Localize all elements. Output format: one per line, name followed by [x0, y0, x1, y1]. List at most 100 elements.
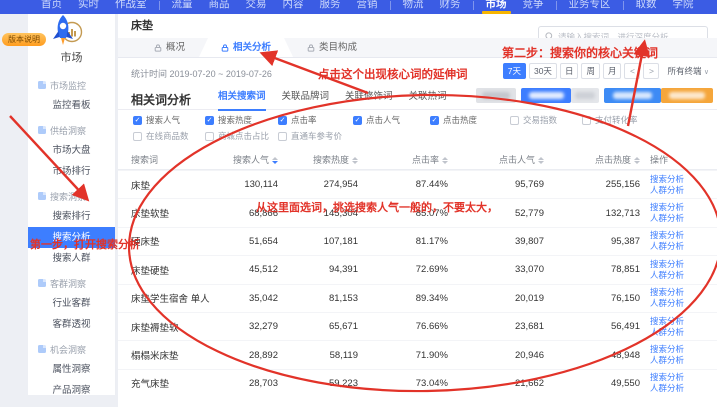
tab-category-composition[interactable]: 类目构成: [293, 38, 371, 57]
date-day-button[interactable]: 日: [560, 63, 579, 79]
crowd-analysis-link[interactable]: 人群分析: [650, 270, 717, 281]
search-analysis-link[interactable]: 搜索分析: [650, 202, 717, 213]
blurred-button[interactable]: [571, 88, 599, 103]
checkbox-icon[interactable]: [133, 132, 142, 141]
col-header-click-rate[interactable]: 点击率: [358, 153, 448, 166]
keyword-cell[interactable]: 床垫褥垫软: [118, 320, 228, 334]
sidebar-item-monitor-board[interactable]: 监控看板: [28, 95, 115, 116]
filter-mall-click-share[interactable]: 商城点击占比: [205, 130, 269, 142]
checkbox-icon[interactable]: [205, 132, 214, 141]
filter-click-popularity[interactable]: ✓ 点击人气: [353, 114, 400, 126]
filter-search-popularity[interactable]: ✓ 搜索人气: [133, 114, 180, 126]
search-analysis-link[interactable]: 搜索分析: [650, 174, 717, 185]
search-analysis-link[interactable]: 搜索分析: [650, 230, 717, 241]
nav-item-logistics[interactable]: 物流: [395, 0, 432, 14]
search-popularity-cell: 28,892: [228, 350, 278, 361]
next-page-button[interactable]: >: [643, 63, 659, 79]
nav-divider: [623, 1, 624, 10]
terminal-dropdown[interactable]: 所有终端 ∨: [667, 65, 709, 77]
crowd-analysis-link[interactable]: 人群分析: [650, 298, 717, 309]
click-rate-cell: 81.17%: [358, 236, 448, 247]
nav-item-content[interactable]: 内容: [275, 0, 312, 14]
keyword-cell[interactable]: 床垫软垫: [118, 206, 228, 220]
blurred-button[interactable]: [604, 88, 661, 103]
nav-item-bizzone[interactable]: 业务专区: [561, 0, 619, 14]
search-analysis-link[interactable]: 搜索分析: [650, 372, 717, 383]
terminal-label: 所有终端: [667, 66, 701, 76]
prev-page-button[interactable]: <: [624, 63, 640, 79]
checkbox-icon[interactable]: [278, 132, 287, 141]
nav-item-trade[interactable]: 交易: [238, 0, 275, 14]
keyword-cell[interactable]: 床垫: [118, 178, 228, 192]
checkbox-icon[interactable]: [582, 116, 591, 125]
sidebar-item-market-overview[interactable]: 市场大盘: [28, 140, 115, 161]
version-badge[interactable]: 版本说明: [2, 33, 46, 46]
crowd-analysis-link[interactable]: 人群分析: [650, 327, 717, 338]
nav-item-service[interactable]: 服务: [312, 0, 349, 14]
col-header-search-popularity[interactable]: 搜索人气: [228, 153, 278, 166]
nav-item-finance[interactable]: 财务: [432, 0, 469, 14]
keyword-cell[interactable]: 榻榻米床垫: [118, 348, 228, 362]
search-analysis-link[interactable]: 搜索分析: [650, 344, 717, 355]
checkbox-checked-icon[interactable]: ✓: [353, 116, 362, 125]
blurred-button[interactable]: [521, 88, 571, 103]
nav-item-goods[interactable]: 商品: [201, 0, 238, 14]
nav-item-marketing[interactable]: 营销: [349, 0, 386, 14]
keyword-cell[interactable]: 充气床垫: [118, 376, 228, 390]
subtab-hot-words[interactable]: 关联热词: [409, 88, 447, 110]
date-30d-button[interactable]: 30天: [529, 63, 557, 79]
crowd-analysis-link[interactable]: 人群分析: [650, 241, 717, 252]
checkbox-checked-icon[interactable]: ✓: [205, 116, 214, 125]
checkbox-icon[interactable]: [510, 116, 519, 125]
date-7d-button[interactable]: 7天: [503, 63, 526, 79]
nav-item-competition[interactable]: 竞争: [515, 0, 552, 14]
keyword-cell[interactable]: 床垫硬垫: [118, 263, 228, 277]
nav-item-data[interactable]: 取数: [628, 0, 665, 14]
crowd-analysis-link[interactable]: 人群分析: [650, 185, 717, 196]
checkbox-checked-icon[interactable]: ✓: [133, 116, 142, 125]
search-analysis-link[interactable]: 搜索分析: [650, 259, 717, 270]
date-week-button[interactable]: 周: [581, 63, 600, 79]
checkbox-checked-icon[interactable]: ✓: [278, 116, 287, 125]
subtab-related-search-words[interactable]: 相关搜索词: [218, 88, 266, 110]
col-header-search-heat[interactable]: 搜索热度: [278, 153, 358, 166]
blurred-button[interactable]: [476, 88, 516, 103]
filter-search-heat[interactable]: ✓ 搜索热度: [205, 114, 252, 126]
date-controls: 7天 30天 日 周 月 < > 所有终端 ∨: [500, 63, 709, 79]
click-heat-cell: 78,851: [544, 264, 640, 275]
sidebar-item-search-rank[interactable]: 搜索排行: [28, 206, 115, 227]
nav-item-market[interactable]: 市场: [478, 0, 515, 14]
sidebar-item-industry-customer[interactable]: 行业客群: [28, 293, 115, 314]
tab-overview[interactable]: 概况: [140, 38, 199, 57]
col-header-click-popularity[interactable]: 点击人气: [448, 153, 544, 166]
subtab-brand-words[interactable]: 关联品牌词: [282, 88, 330, 110]
nav-item-academy[interactable]: 学院: [665, 0, 702, 14]
sidebar-item-customer-view[interactable]: 客群透视: [28, 314, 115, 335]
tab-related-analysis[interactable]: 相关分析: [199, 38, 293, 57]
checkbox-checked-icon[interactable]: ✓: [430, 116, 439, 125]
search-analysis-link[interactable]: 搜索分析: [650, 316, 717, 327]
crowd-analysis-link[interactable]: 人群分析: [650, 355, 717, 366]
subtab-modifier-words[interactable]: 关联修饰词: [345, 88, 393, 110]
filter-online-items[interactable]: 在线商品数: [133, 130, 189, 142]
search-popularity-cell: 45,512: [228, 264, 278, 275]
filter-click-rate[interactable]: ✓ 点击率: [278, 114, 317, 126]
nav-item-traffic[interactable]: 流量: [164, 0, 201, 14]
crowd-analysis-link[interactable]: 人群分析: [650, 213, 717, 224]
sidebar-item-market-rank[interactable]: 市场排行: [28, 161, 115, 182]
nav-item-home[interactable]: 首页: [33, 0, 70, 14]
keyword-cell[interactable]: 床垫学生宿舍 单人: [118, 291, 228, 305]
sidebar-item-attribute-insight[interactable]: 属性洞察: [28, 359, 115, 380]
nav-item-warroom[interactable]: 作战室: [107, 0, 155, 14]
search-analysis-link[interactable]: 搜索分析: [650, 287, 717, 298]
filter-trade-index[interactable]: 交易指数: [510, 114, 557, 126]
nav-item-realtime[interactable]: 实时: [70, 0, 107, 14]
filter-click-heat[interactable]: ✓ 点击热度: [430, 114, 477, 126]
col-header-click-heat[interactable]: 点击热度: [544, 153, 640, 166]
crowd-analysis-link[interactable]: 人群分析: [650, 383, 717, 394]
blurred-button[interactable]: [661, 88, 713, 103]
sidebar-item-product-insight[interactable]: 产品洞察: [28, 380, 115, 401]
filter-pay-conversion[interactable]: 支付转化率: [582, 114, 638, 126]
filter-ztc-price[interactable]: 直通车参考价: [278, 130, 342, 142]
date-month-button[interactable]: 月: [603, 63, 622, 79]
